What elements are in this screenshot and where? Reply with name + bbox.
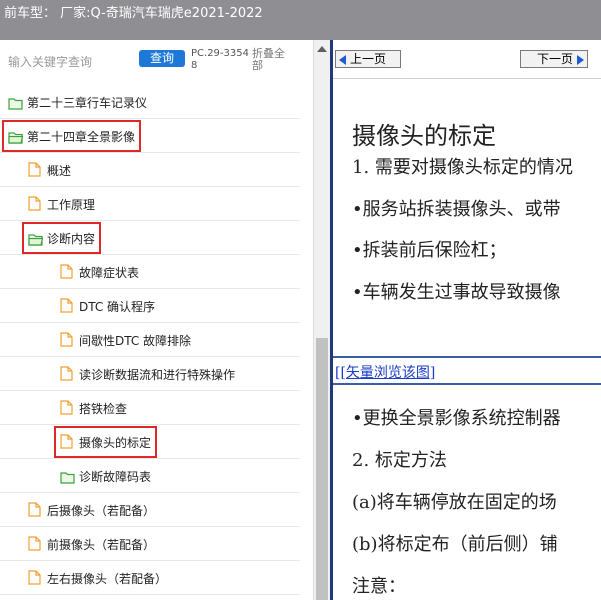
query-button[interactable]: 查询 — [139, 50, 185, 67]
vector-view-band: [[矢量浏览该图] — [333, 356, 601, 385]
prev-page-button[interactable]: 上一页 — [335, 50, 401, 68]
document-line: •拆装前后保险杠； — [352, 240, 507, 261]
tree-item[interactable]: 后摄像头（若配备） — [0, 493, 300, 527]
document-icon — [60, 400, 75, 415]
document-icon — [60, 366, 75, 381]
tree-item[interactable]: 前摄像头（若配备） — [0, 527, 300, 561]
vehicle-title: 前车型： 厂家:Q-奇瑞汽车瑞虎e2021-2022 — [4, 6, 263, 21]
next-page-button[interactable]: 下一页 — [520, 50, 588, 68]
document-line: •服务站拆装摄像头、或带 — [352, 199, 561, 220]
highlight-box — [22, 222, 101, 254]
document-icon — [28, 196, 43, 211]
tree-item-label: 第二十三章行车记录仪 — [27, 96, 148, 110]
catalog-sidebar: 输入关键字查询 查询 PC.29-33548 折叠全部 第二十三章行车记录仪 第二… — [0, 40, 313, 600]
tree-item-label: 左右摄像头（若配备） — [47, 572, 168, 586]
document-icon — [60, 264, 75, 279]
tree-item[interactable]: 间歇性DTC 故障排除 — [0, 323, 300, 357]
tree-item-label: 诊断故障码表 — [79, 470, 152, 484]
nav-divider — [333, 78, 601, 79]
next-page-label: 下一页 — [536, 52, 573, 66]
document-icon — [28, 502, 43, 517]
tree-item-label: 间歇性DTC 故障排除 — [79, 334, 192, 348]
tree-item-label: 工作原理 — [47, 198, 96, 212]
tree-item-label: 概述 — [47, 164, 72, 178]
band-rule-top — [333, 356, 601, 358]
prev-page-label: 上一页 — [350, 52, 387, 66]
arrow-right-icon — [577, 54, 584, 65]
tree-item[interactable]: 第二十三章行车记录仪 — [0, 85, 300, 119]
tree-item[interactable]: 概述 — [0, 153, 300, 187]
tree-item[interactable]: 工作原理 — [0, 187, 300, 221]
app-header: 前车型： 厂家:Q-奇瑞汽车瑞虎e2021-2022 — [0, 0, 601, 40]
scroll-up-arrow-icon[interactable] — [317, 46, 327, 52]
document-icon — [60, 332, 75, 347]
folder-icon — [8, 95, 23, 110]
search-input[interactable]: 输入关键字查询 — [8, 53, 92, 70]
tree-item[interactable]: 搭铁检查 — [0, 391, 300, 425]
sidebar-scrollbar[interactable] — [313, 40, 330, 600]
collapse-all-button[interactable]: 折叠全部 — [252, 48, 292, 72]
tree-item[interactable]: 读诊断数据流和进行特殊操作 — [0, 357, 300, 391]
tree-item-label: 搭铁检查 — [79, 402, 128, 416]
document-icon — [60, 298, 75, 313]
document-line: 1. 需要对摄像头标定的情况 — [352, 157, 573, 178]
tree-item[interactable]: DTC 确认程序 — [0, 289, 300, 323]
tree-item[interactable]: 左右摄像头（若配备） — [0, 561, 300, 595]
tree-item[interactable]: 诊断故障码表 — [0, 459, 300, 493]
highlight-box — [2, 120, 141, 152]
tree-item-label: 前摄像头（若配备） — [47, 538, 156, 552]
scrollbar-thumb[interactable] — [316, 338, 328, 600]
document-pane: 上一页 下一页 摄像头的标定 1. 需要对摄像头标定的情况 •服务站拆装摄像头、… — [330, 40, 601, 600]
arrow-left-icon — [339, 54, 346, 65]
pc-code-label: PC.29-33548 — [191, 48, 249, 71]
document-title: 摄像头的标定 — [352, 122, 496, 150]
vector-view-link[interactable]: [[矢量浏览该图] — [335, 362, 435, 382]
document-icon — [28, 570, 43, 585]
tree-item-label: 后摄像头（若配备） — [47, 504, 156, 518]
page-nav-bar: 上一页 下一页 — [333, 40, 601, 78]
document-line: (b)将标定布（前后侧）铺 — [352, 534, 558, 555]
tree-item-label: 故障症状表 — [79, 266, 140, 280]
highlight-box — [54, 426, 157, 458]
document-line: •车辆发生过事故导致摄像 — [352, 282, 561, 303]
tree-item-label: DTC 确认程序 — [79, 300, 156, 314]
tree-item[interactable]: 故障症状表 — [0, 255, 300, 289]
band-rule-bottom — [333, 383, 601, 385]
document-line: 注意： — [352, 576, 406, 597]
document-icon — [28, 536, 43, 551]
document-line: (a)将车辆停放在固定的场 — [352, 492, 557, 513]
tree-item-label: 读诊断数据流和进行特殊操作 — [79, 368, 236, 382]
document-line: 2. 标定方法 — [352, 450, 447, 471]
folder-icon — [60, 469, 75, 484]
document-icon — [28, 162, 43, 177]
document-line: •更换全景影像系统控制器 — [352, 408, 561, 429]
